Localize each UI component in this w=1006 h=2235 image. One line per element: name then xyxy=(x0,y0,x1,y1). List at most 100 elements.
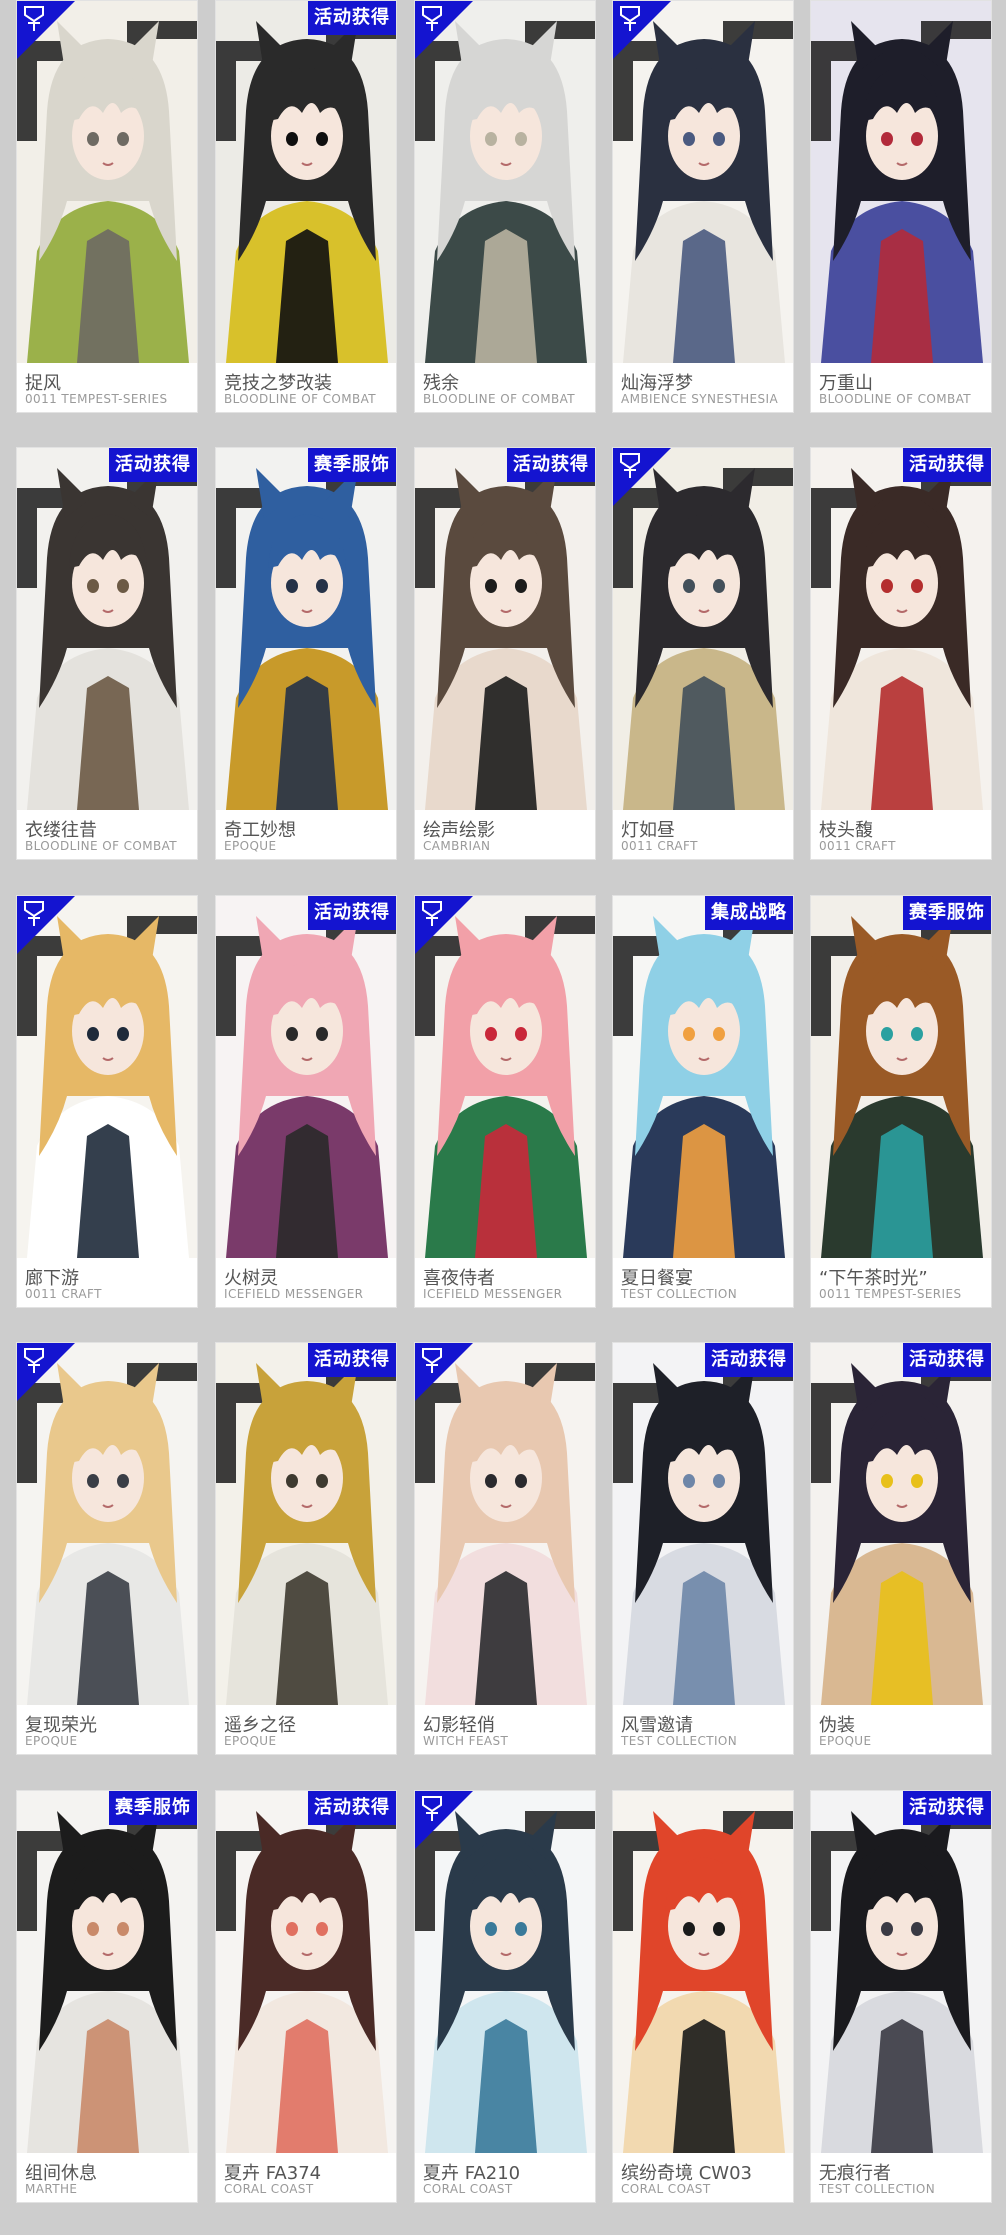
pin-ribbon-icon xyxy=(17,1,75,59)
pin-ribbon-icon xyxy=(415,1,473,59)
source-tag-badge: 赛季服饰 xyxy=(109,1791,197,1825)
character-art xyxy=(415,448,595,810)
outfit-series: EPOQUE xyxy=(224,839,277,853)
outfit-series: CAMBRIAN xyxy=(423,839,491,853)
outfit-card[interactable]: 活动获得 无痕行者 TEST COLLECTION xyxy=(810,1790,992,2203)
source-tag-badge: 赛季服饰 xyxy=(903,896,991,930)
pin-ribbon-icon xyxy=(415,1343,473,1401)
source-tag-badge: 活动获得 xyxy=(903,448,991,482)
outfit-series: BLOODLINE OF COMBAT xyxy=(423,392,575,406)
outfit-series: BLOODLINE OF COMBAT xyxy=(819,392,971,406)
outfit-series: 0011 CRAFT xyxy=(25,1287,102,1301)
source-tag-badge: 集成战略 xyxy=(705,896,793,930)
outfit-series: WITCH FEAST xyxy=(423,1734,509,1748)
outfit-artwork xyxy=(17,448,197,810)
outfit-card[interactable]: 集成战略 夏日餐宴 TEST COLLECTION xyxy=(612,895,794,1308)
outfit-artwork xyxy=(415,448,595,810)
outfit-card[interactable]: 万重山 BLOODLINE OF COMBAT xyxy=(810,0,992,413)
outfit-artwork xyxy=(811,448,991,810)
outfit-card[interactable]: 捉风 0011 TEMPEST-SERIES xyxy=(16,0,198,413)
pin-ribbon-icon xyxy=(613,448,671,506)
outfit-card[interactable]: 活动获得 枝头馥 0011 CRAFT xyxy=(810,447,992,860)
outfit-series: EPOQUE xyxy=(25,1734,78,1748)
outfit-artwork xyxy=(613,1343,793,1705)
pin-ribbon-icon xyxy=(17,1343,75,1401)
outfit-series: BLOODLINE OF COMBAT xyxy=(25,839,177,853)
outfit-card[interactable]: 活动获得 火树灵 ICEFIELD MESSENGER xyxy=(215,895,397,1308)
source-tag-badge: 活动获得 xyxy=(903,1791,991,1825)
outfit-card[interactable]: 赛季服饰 奇工妙想 EPOQUE xyxy=(215,447,397,860)
outfit-artwork xyxy=(613,1791,793,2153)
outfit-card[interactable]: 复现荣光 EPOQUE xyxy=(16,1342,198,1755)
outfit-series: CORAL COAST xyxy=(224,2182,314,2196)
outfit-series: EPOQUE xyxy=(819,1734,872,1748)
outfit-series: 0011 TEMPEST-SERIES xyxy=(25,392,168,406)
outfit-card[interactable]: 活动获得 风雪邀请 TEST COLLECTION xyxy=(612,1342,794,1755)
character-art xyxy=(216,1343,396,1705)
outfit-card[interactable]: 残余 BLOODLINE OF COMBAT xyxy=(414,0,596,413)
outfit-series: EPOQUE xyxy=(224,1734,277,1748)
source-tag-badge: 活动获得 xyxy=(109,448,197,482)
character-art xyxy=(613,1791,793,2153)
source-tag-badge: 活动获得 xyxy=(308,1,396,35)
outfit-artwork xyxy=(216,1343,396,1705)
character-art xyxy=(216,448,396,810)
outfit-series: CORAL COAST xyxy=(621,2182,711,2196)
outfit-artwork xyxy=(811,1,991,363)
outfit-card[interactable]: 幻影轻俏 WITCH FEAST xyxy=(414,1342,596,1755)
character-art xyxy=(613,896,793,1258)
outfit-artwork xyxy=(613,896,793,1258)
outfit-series: MARTHE xyxy=(25,2182,78,2196)
outfit-series: 0011 TEMPEST-SERIES xyxy=(819,1287,962,1301)
outfit-artwork xyxy=(811,896,991,1258)
outfit-series: 0011 CRAFT xyxy=(819,839,896,853)
pin-ribbon-icon xyxy=(17,896,75,954)
outfit-card[interactable]: 活动获得 衣缕往昔 BLOODLINE OF COMBAT xyxy=(16,447,198,860)
outfit-card[interactable]: 赛季服饰 组间休息 MARTHE xyxy=(16,1790,198,2203)
character-art xyxy=(216,1,396,363)
pin-ribbon-icon xyxy=(415,896,473,954)
outfit-series: 0011 CRAFT xyxy=(621,839,698,853)
outfit-artwork xyxy=(216,448,396,810)
outfit-card[interactable]: 活动获得 竞技之梦改装 BLOODLINE OF COMBAT xyxy=(215,0,397,413)
outfit-card[interactable]: 夏卉 FA210 CORAL COAST xyxy=(414,1790,596,2203)
outfit-series: ICEFIELD MESSENGER xyxy=(423,1287,563,1301)
outfit-grid: 捉风 0011 TEMPEST-SERIES 活动获得 竞技之梦改装 BLOODLINE… xyxy=(0,0,1006,2235)
outfit-series: CORAL COAST xyxy=(423,2182,513,2196)
character-art xyxy=(17,1791,197,2153)
character-art xyxy=(811,448,991,810)
character-art xyxy=(216,896,396,1258)
character-art xyxy=(17,448,197,810)
source-tag-badge: 活动获得 xyxy=(308,1791,396,1825)
outfit-series: ICEFIELD MESSENGER xyxy=(224,1287,364,1301)
character-art xyxy=(216,1791,396,2153)
outfit-card[interactable]: 赛季服饰 “下午茶时光” 0011 TEMPEST-SERIES xyxy=(810,895,992,1308)
pin-ribbon-icon xyxy=(613,1,671,59)
outfit-artwork xyxy=(216,1,396,363)
outfit-card[interactable]: 活动获得 夏卉 FA374 CORAL COAST xyxy=(215,1790,397,2203)
outfit-card[interactable]: 活动获得 绘声绘影 CAMBRIAN xyxy=(414,447,596,860)
outfit-card[interactable]: 灯如昼 0011 CRAFT xyxy=(612,447,794,860)
character-art xyxy=(811,896,991,1258)
outfit-card[interactable]: 缤纷奇境 CW03 CORAL COAST xyxy=(612,1790,794,2203)
outfit-series: TEST COLLECTION xyxy=(621,1734,738,1748)
outfit-artwork xyxy=(811,1343,991,1705)
source-tag-badge: 活动获得 xyxy=(705,1343,793,1377)
outfit-card[interactable]: 灿海浮梦 AMBIENCE SYNESTHESIA xyxy=(612,0,794,413)
outfit-artwork xyxy=(216,896,396,1258)
outfit-artwork xyxy=(17,1791,197,2153)
outfit-artwork xyxy=(216,1791,396,2153)
outfit-series: AMBIENCE SYNESTHESIA xyxy=(621,392,779,406)
character-art xyxy=(811,1343,991,1705)
outfit-card[interactable]: 廊下游 0011 CRAFT xyxy=(16,895,198,1308)
source-tag-badge: 活动获得 xyxy=(903,1343,991,1377)
pin-ribbon-icon xyxy=(415,1791,473,1849)
source-tag-badge: 赛季服饰 xyxy=(308,448,396,482)
source-tag-badge: 活动获得 xyxy=(308,1343,396,1377)
outfit-series: BLOODLINE OF COMBAT xyxy=(224,392,376,406)
source-tag-badge: 活动获得 xyxy=(308,896,396,930)
outfit-card[interactable]: 喜夜侍者 ICEFIELD MESSENGER xyxy=(414,895,596,1308)
outfit-artwork xyxy=(811,1791,991,2153)
outfit-card[interactable]: 活动获得 伪装 EPOQUE xyxy=(810,1342,992,1755)
outfit-card[interactable]: 活动获得 遥乡之径 EPOQUE xyxy=(215,1342,397,1755)
